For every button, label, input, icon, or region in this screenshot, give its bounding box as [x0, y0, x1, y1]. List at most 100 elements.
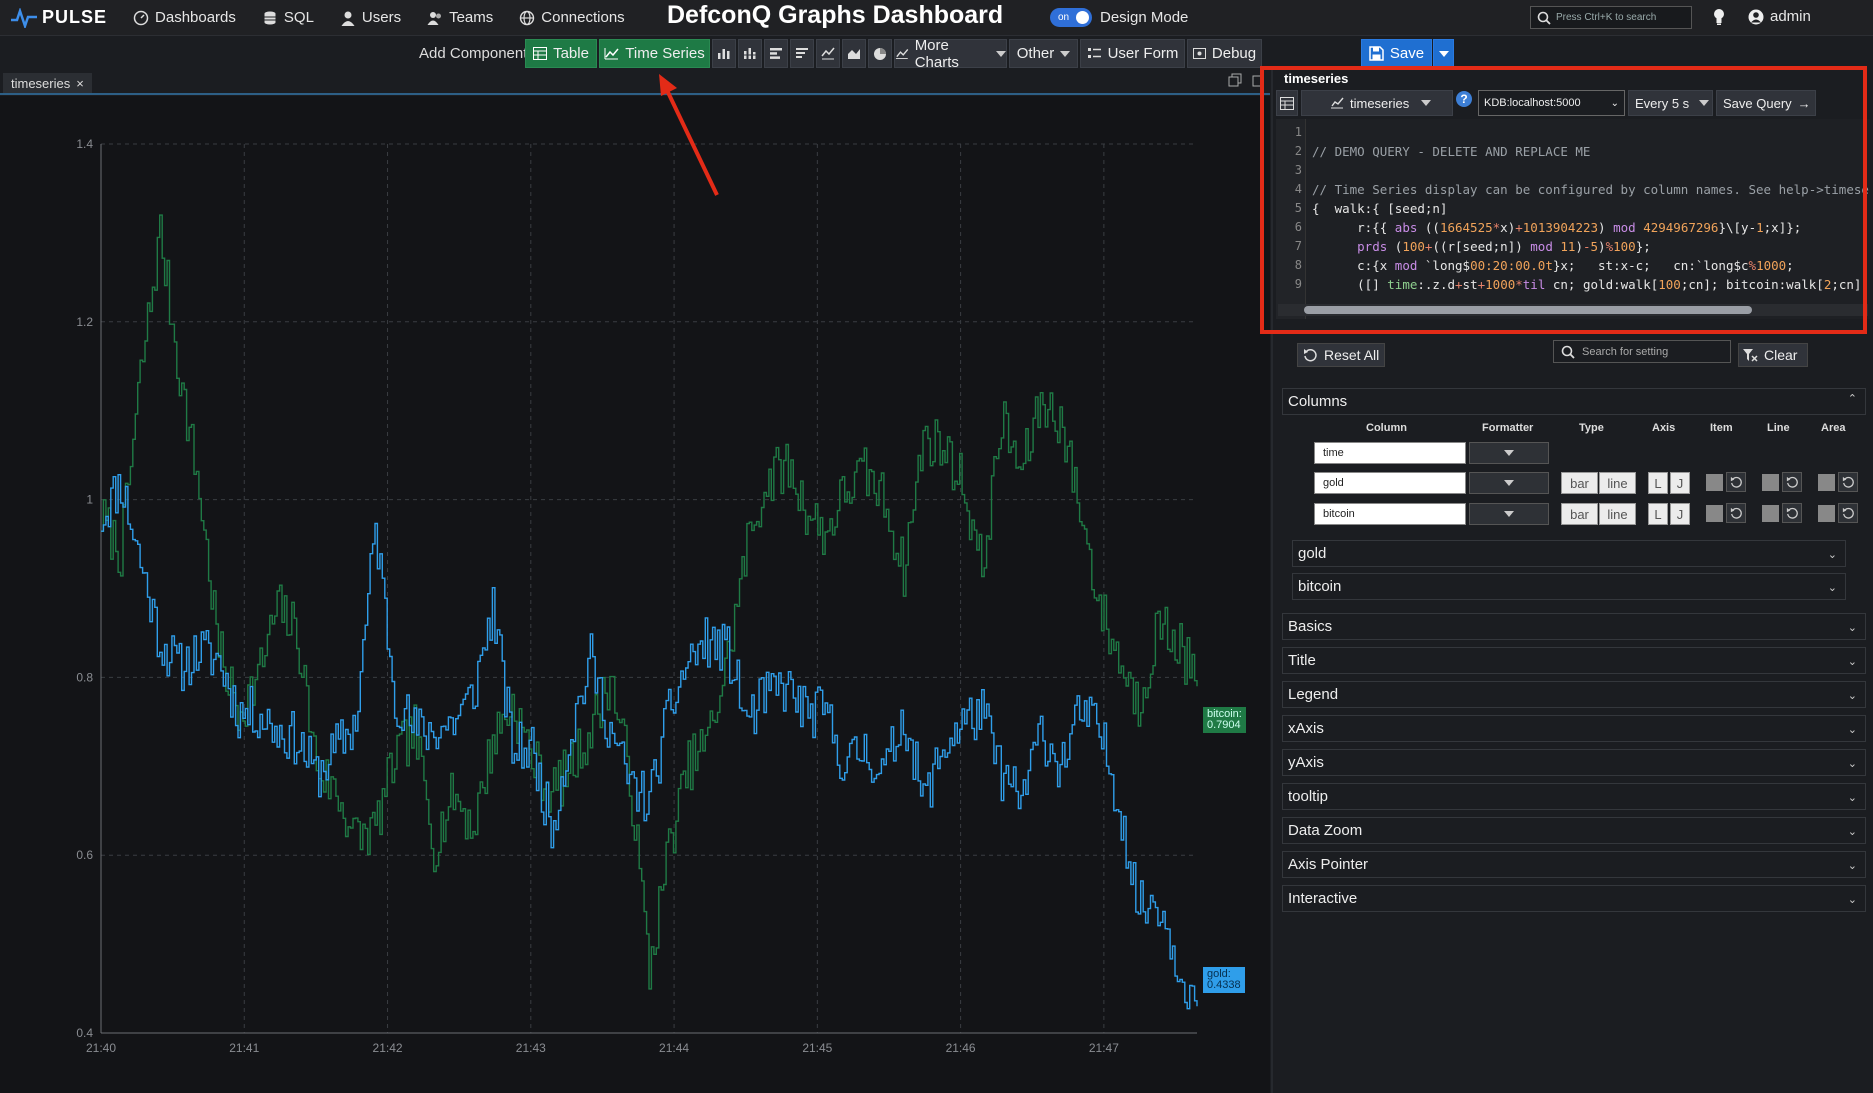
- brand-logo[interactable]: PULSE: [10, 7, 107, 28]
- column-name-field[interactable]: gold: [1314, 472, 1466, 494]
- tab-timeseries[interactable]: timeseries ×: [3, 73, 92, 93]
- line-gutter: 1 2 3 4 5 6 7 8 9: [1276, 119, 1306, 319]
- restore-icon[interactable]: [1228, 73, 1242, 87]
- toggle-text: on: [1058, 12, 1070, 23]
- item-color-swatch[interactable]: [1706, 505, 1723, 522]
- section-data-zoom[interactable]: Data Zoom ⌄: [1282, 817, 1866, 844]
- area-color-swatch[interactable]: [1818, 474, 1835, 491]
- add-bar-chart-button[interactable]: [712, 39, 736, 68]
- chevron-down-icon: ⌄: [1847, 656, 1857, 668]
- close-icon[interactable]: ×: [76, 76, 84, 91]
- line-color-swatch[interactable]: [1762, 474, 1779, 491]
- nav-sql[interactable]: SQL: [262, 9, 314, 26]
- item-reset-button[interactable]: [1726, 472, 1746, 492]
- section-title[interactable]: Title ⌄: [1282, 647, 1866, 674]
- area-reset-button[interactable]: [1838, 503, 1858, 523]
- formatter-select[interactable]: [1469, 503, 1549, 525]
- nav-dashboards[interactable]: Dashboards: [133, 9, 236, 26]
- line-number: 3: [1294, 163, 1302, 177]
- design-mode-toggle[interactable]: on: [1050, 8, 1092, 27]
- section-basics[interactable]: Basics ⌄: [1282, 613, 1866, 640]
- save-options-dropdown[interactable]: [1433, 39, 1454, 68]
- section-yaxis[interactable]: yAxis ⌄: [1282, 749, 1866, 776]
- axis-left-button[interactable]: L: [1648, 503, 1668, 525]
- server-select[interactable]: KDB:localhost:5000 ⌄: [1478, 90, 1625, 116]
- user-menu[interactable]: admin: [1748, 8, 1811, 25]
- section-xaxis[interactable]: xAxis ⌄: [1282, 715, 1866, 742]
- formatter-select[interactable]: [1469, 472, 1549, 494]
- lightbulb-icon[interactable]: [1712, 8, 1726, 26]
- global-search[interactable]: Press Ctrl+K to search: [1530, 6, 1692, 29]
- section-tooltip[interactable]: tooltip ⌄: [1282, 783, 1866, 810]
- add-horizontal-bar-button[interactable]: [764, 39, 788, 68]
- section-legend[interactable]: Legend ⌄: [1282, 681, 1866, 708]
- line-number: 7: [1294, 239, 1302, 253]
- bitcoin-series-group[interactable]: bitcoin ⌄: [1292, 573, 1846, 600]
- help-icon[interactable]: ?: [1456, 91, 1472, 107]
- add-area-chart-button[interactable]: [842, 39, 866, 68]
- line-reset-button[interactable]: [1782, 503, 1802, 523]
- column-name-field[interactable]: time: [1314, 442, 1466, 464]
- stacked-bar-icon: [743, 48, 757, 59]
- nav-users[interactable]: Users: [340, 9, 401, 26]
- chevron-down-icon: [1504, 480, 1514, 486]
- chevron-down-icon: [1438, 50, 1449, 57]
- item-reset-button[interactable]: [1726, 503, 1746, 523]
- item-color-swatch[interactable]: [1706, 474, 1723, 491]
- add-time-series-button[interactable]: Time Series: [599, 39, 710, 68]
- columns-section-header[interactable]: Columns ⌃: [1282, 388, 1866, 415]
- save-query-button[interactable]: Save Query →: [1716, 90, 1816, 116]
- area-reset-button[interactable]: [1838, 472, 1858, 492]
- section-axis-pointer-label: Axis Pointer: [1288, 856, 1369, 873]
- popout-icon[interactable]: [1252, 73, 1266, 87]
- axis-right-button[interactable]: J: [1670, 472, 1690, 494]
- scrollbar-thumb[interactable]: [1304, 306, 1752, 314]
- setting-search-input[interactable]: Search for setting: [1553, 340, 1731, 363]
- add-user-form-button[interactable]: User Form: [1080, 39, 1185, 68]
- clear-filter-button[interactable]: Clear: [1738, 343, 1808, 367]
- chart-type-select[interactable]: timeseries: [1301, 90, 1453, 116]
- line-reset-button[interactable]: [1782, 472, 1802, 492]
- gold-series-group[interactable]: gold ⌄: [1292, 540, 1846, 567]
- line-number: 9: [1294, 277, 1302, 291]
- add-pie-chart-button[interactable]: [868, 39, 892, 68]
- area-color-swatch[interactable]: [1818, 505, 1835, 522]
- section-interactive[interactable]: Interactive ⌄: [1282, 885, 1866, 912]
- gold-series-line: [101, 474, 1198, 1010]
- add-stacked-bar-button[interactable]: [738, 39, 762, 68]
- line-number: 6: [1294, 220, 1302, 234]
- section-axis-pointer[interactable]: Axis Pointer ⌄: [1282, 851, 1866, 878]
- user-form-label: User Form: [1107, 45, 1179, 62]
- save-button[interactable]: Save: [1361, 39, 1432, 68]
- reset-icon: [1786, 476, 1798, 488]
- query-editor[interactable]: 1 2 3 4 5 6 7 8 9 // DEMO QUERY - DELETE…: [1276, 119, 1870, 319]
- type-line-button[interactable]: line: [1599, 503, 1636, 525]
- column-name-field[interactable]: bitcoin: [1314, 503, 1466, 525]
- section-data-zoom-label: Data Zoom: [1288, 822, 1363, 839]
- formatter-select[interactable]: [1469, 442, 1549, 464]
- other-dropdown[interactable]: Other: [1009, 39, 1078, 68]
- dashboard-title: DefconQ Graphs Dashboard: [667, 1, 1004, 29]
- nav-teams[interactable]: Teams: [427, 9, 493, 26]
- x-tick-label: 21:41: [229, 1041, 259, 1055]
- reset-all-button[interactable]: Reset All: [1297, 343, 1385, 367]
- reset-icon: [1842, 476, 1854, 488]
- editor-horizontal-scrollbar[interactable]: [1278, 304, 1868, 316]
- table-view-button[interactable]: [1276, 90, 1298, 116]
- type-bar-button[interactable]: bar: [1561, 472, 1598, 494]
- add-component-label: Add Component:: [419, 45, 532, 62]
- debug-button[interactable]: Debug: [1187, 39, 1262, 68]
- add-stacked-horizontal-button[interactable]: [790, 39, 814, 68]
- type-line-button[interactable]: line: [1599, 472, 1636, 494]
- axis-right-button[interactable]: J: [1670, 503, 1690, 525]
- more-charts-dropdown[interactable]: More Charts: [894, 37, 1007, 71]
- nav-connections[interactable]: Connections: [519, 9, 625, 26]
- line-color-swatch[interactable]: [1762, 505, 1779, 522]
- axis-left-button[interactable]: L: [1648, 472, 1668, 494]
- refresh-interval-select[interactable]: Every 5 s: [1628, 90, 1713, 116]
- type-bar-button[interactable]: bar: [1561, 503, 1598, 525]
- nav-dashboards-label: Dashboards: [155, 9, 236, 26]
- chevron-down-icon: ⌄: [1610, 97, 1619, 109]
- add-table-button[interactable]: Table: [525, 39, 597, 68]
- add-line-chart-button[interactable]: [816, 39, 840, 68]
